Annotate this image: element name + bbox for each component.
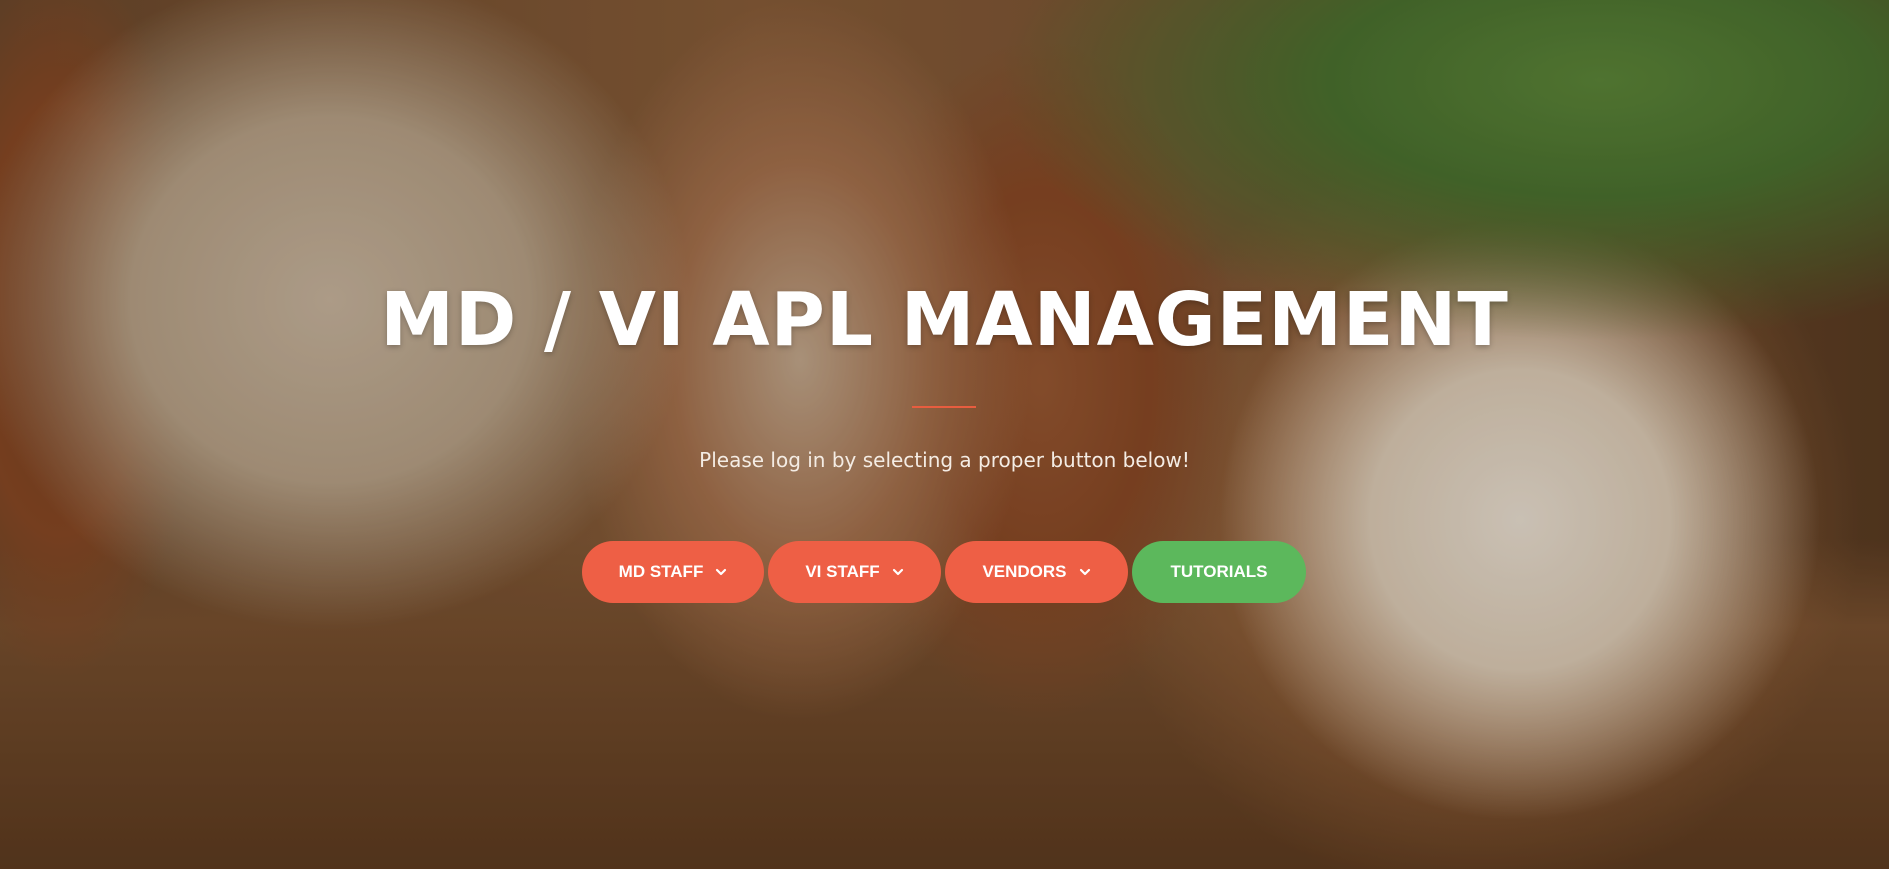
vi-staff-button[interactable]: VI STAFF xyxy=(768,541,941,603)
login-button-group: MD STAFF VI STAFF VENDORS TUTORIALS xyxy=(582,541,1306,603)
vi-staff-label: VI STAFF xyxy=(805,562,880,581)
hero-content: MD / VI APL MANAGEMENT Please log in by … xyxy=(0,0,1889,869)
md-staff-button[interactable]: MD STAFF xyxy=(582,541,764,603)
chevron-down-icon xyxy=(1079,568,1090,576)
md-staff-label: MD STAFF xyxy=(618,562,704,581)
chevron-down-icon xyxy=(892,568,903,576)
vendors-button[interactable]: VENDORS xyxy=(945,541,1128,603)
tutorials-button[interactable]: TUTORIALS xyxy=(1132,541,1306,603)
vendors-label: VENDORS xyxy=(982,562,1067,581)
hero-section: MD / VI APL MANAGEMENT Please log in by … xyxy=(0,0,1889,869)
title-divider xyxy=(912,406,976,408)
page-title: MD / VI APL MANAGEMENT xyxy=(380,277,1509,363)
chevron-down-icon xyxy=(716,568,727,576)
login-instruction: Please log in by selecting a proper butt… xyxy=(699,448,1190,472)
tutorials-label: TUTORIALS xyxy=(1170,562,1268,581)
